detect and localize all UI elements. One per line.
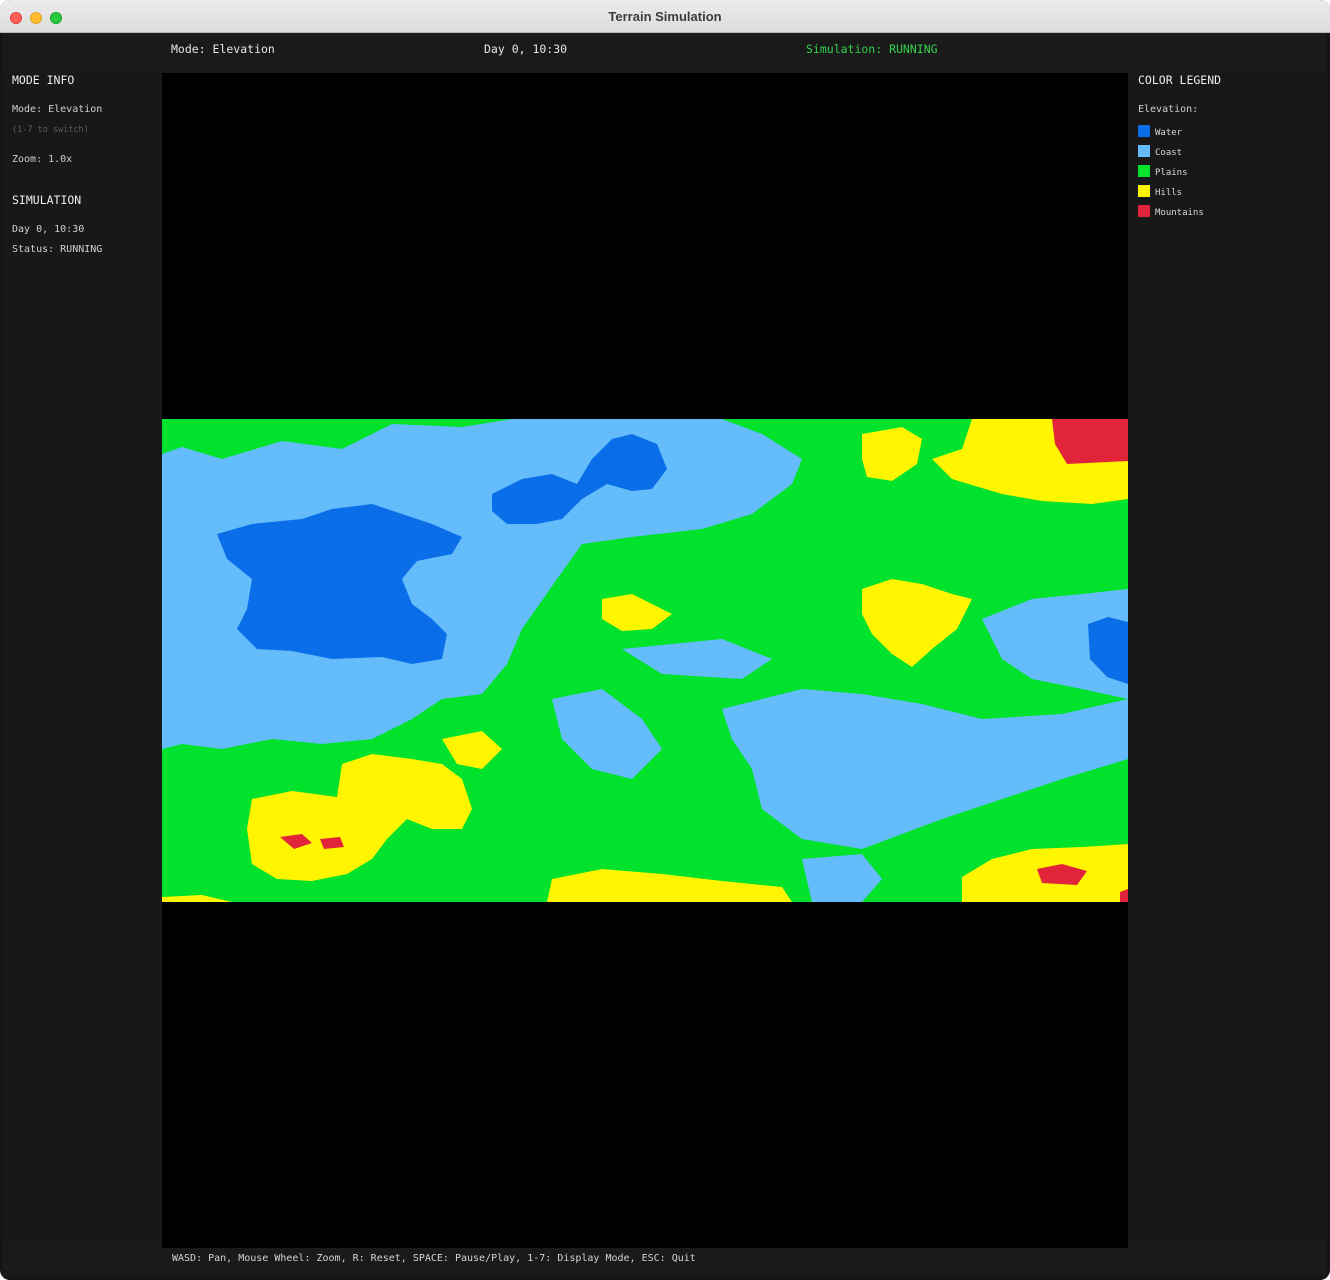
legend-label: Hills <box>1155 188 1183 198</box>
mountains-region <box>320 837 344 849</box>
color-legend-panel: COLOR LEGEND Elevation: Water Coast Plai… <box>1129 73 1327 1243</box>
water-swatch <box>1138 125 1150 137</box>
mode-hint: (1-7 to switch) <box>12 125 89 135</box>
window-title: Terrain Simulation <box>608 9 722 24</box>
legend-label: Water <box>1155 128 1183 138</box>
mountains-swatch <box>1138 205 1150 217</box>
sim-status: Status: RUNNING <box>12 244 103 255</box>
mountains-region <box>1052 419 1128 464</box>
elevation-map[interactable] <box>162 419 1128 902</box>
plains-swatch <box>1138 165 1150 177</box>
zoom-label: Zoom: 1.0x <box>12 154 73 165</box>
title-bar: Terrain Simulation <box>0 0 1330 33</box>
map-viewport[interactable] <box>162 73 1128 1248</box>
topbar-status: Simulation: RUNNING <box>806 42 938 56</box>
legend-subheading: Elevation: <box>1138 104 1199 115</box>
mode-info-panel: MODE INFO Mode: Elevation (1-7 to switch… <box>3 73 161 1243</box>
topbar-time: Day 0, 10:30 <box>484 42 568 56</box>
legend-heading: COLOR LEGEND <box>1138 73 1222 87</box>
sim-time: Day 0, 10:30 <box>12 224 85 235</box>
legend-label: Coast <box>1155 148 1183 158</box>
coast-swatch <box>1138 145 1150 157</box>
mode-info-heading: MODE INFO <box>12 73 75 87</box>
app-content: Mode: Elevation Day 0, 10:30 Simulation:… <box>3 33 1327 1277</box>
legend-label: Plains <box>1155 168 1188 178</box>
legend-label: Mountains <box>1155 208 1204 218</box>
simulation-heading: SIMULATION <box>12 193 82 207</box>
topbar-mode: Mode: Elevation <box>171 42 275 56</box>
app-window: Terrain Simulation Mode: Elevation Day 0… <box>0 0 1330 1280</box>
hills-swatch <box>1138 185 1150 197</box>
controls-help: WASD: Pan, Mouse Wheel: Zoom, R: Reset, … <box>172 1253 696 1264</box>
mode-label: Mode: Elevation <box>12 104 103 115</box>
